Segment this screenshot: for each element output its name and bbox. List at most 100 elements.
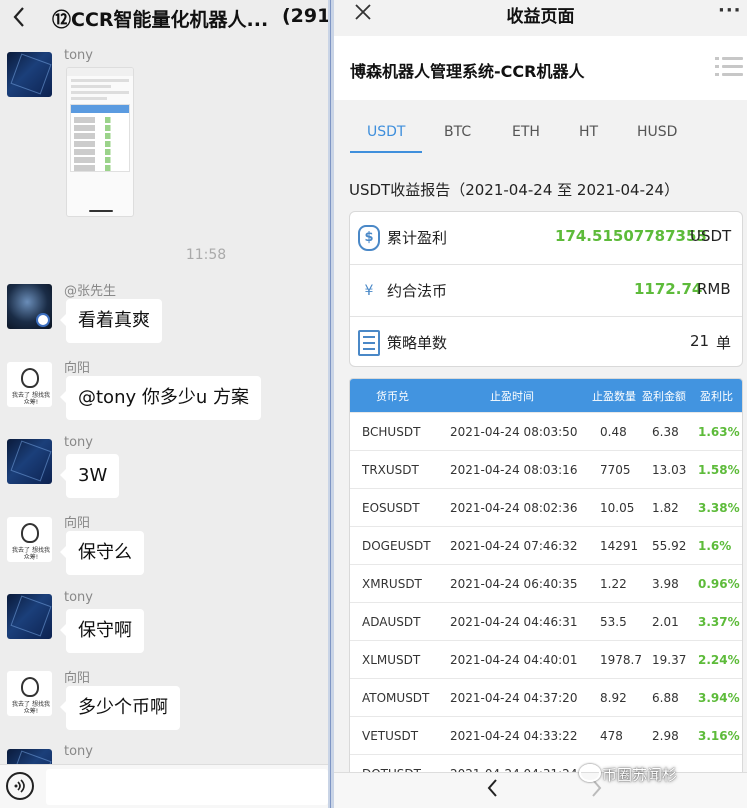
document-icon [358, 330, 380, 356]
table-cell: 1.22 [600, 577, 627, 591]
table-cell: 2021-04-24 08:03:16 [450, 463, 578, 477]
message-bubble[interactable]: 保守么 [60, 531, 144, 575]
table-cell: 2021-04-24 07:46:32 [450, 539, 578, 553]
table-row: TRXUSDT 2021-04-24 08:03:16 7705 13.03 1.58% [350, 450, 742, 488]
menu-icon[interactable] [715, 56, 743, 78]
avatar[interactable] [7, 594, 52, 639]
summary-unit: 单 [716, 334, 732, 352]
table-cell: ATOMUSDT [362, 691, 430, 705]
table-row: DOGEUSDT 2021-04-24 07:46:32 14291 55.92 1.6… [350, 526, 742, 564]
table-cell: 53.5 [600, 615, 627, 629]
avatar[interactable] [7, 284, 52, 329]
table-cell: 2021-04-24 08:02:36 [450, 501, 578, 515]
avatar[interactable]: 我去了 想找我众筹! [7, 671, 52, 716]
summary-label: 累计盈利 [387, 229, 448, 247]
summary-value: 1172.74 [634, 280, 703, 298]
back-arrow-icon[interactable] [8, 3, 30, 31]
time-separator: 11:58 [185, 247, 227, 263]
table-row: EOSUSDT 2021-04-24 08:02:36 10.05 1.82 3.38% [350, 488, 742, 526]
tab-eth[interactable]: ETH [512, 124, 540, 140]
table-row: XLMUSDT 2021-04-24 04:40:01 1978.7 19.37 2.2… [350, 640, 742, 678]
table-cell: 2021-04-24 08:03:50 [450, 425, 578, 439]
table-row: VETUSDT 2021-04-24 04:33:22 478 2.98 3.16% [350, 716, 742, 754]
chat-header: ⑫CCR智能量化机器人... (291) [0, 0, 328, 34]
page-title: 收益页面 [506, 7, 575, 27]
table-cell: 478 [600, 729, 623, 743]
tab-husd[interactable]: HUSD [637, 124, 677, 140]
report-title: USDT收益报告（2021-04-24 至 2021-04-24） [349, 181, 680, 199]
sender-name: tony [64, 590, 93, 605]
summary-label: 策略单数 [387, 334, 448, 352]
summary-card: $ 累计盈利 174.51507787353 USDT ¥ 约合法币 1172.… [349, 211, 743, 367]
table-cell: VETUSDT [362, 729, 419, 743]
summary-value: 174.51507787353 [555, 227, 707, 245]
chat-input-bar [0, 764, 328, 808]
profit-page: 收益页面 ··· 博森机器人管理系统-CCR机器人 USDT BTC ETH H… [334, 0, 747, 808]
table-row: BCHUSDT 2021-04-24 08:03:50 0.48 6.38 1.63% [350, 412, 742, 450]
table-cell: 2021-04-24 04:40:01 [450, 653, 578, 667]
table-cell: 3.98 [652, 577, 679, 591]
table-cell: 2021-04-24 06:40:35 [450, 577, 578, 591]
message-bubble[interactable]: 多少个币啊 [60, 686, 180, 730]
image-thumbnail[interactable] [66, 67, 134, 217]
table-cell: 2.24% [698, 653, 740, 667]
more-icon[interactable]: ··· [718, 0, 742, 21]
summary-unit: RMB [697, 280, 731, 298]
currency-tabs: USDT BTC ETH HT HUSD [334, 112, 747, 154]
system-title: 博森机器人管理系统-CCR机器人 [350, 62, 585, 81]
avatar[interactable]: 我去了 想找我众筹! [7, 517, 52, 562]
table-cell: DOGEUSDT [362, 539, 431, 553]
summary-unit: USDT [690, 227, 732, 245]
page-nav-bar: 收益页面 ··· [334, 0, 747, 30]
sender-name: tony [64, 48, 93, 63]
sender-name: tony [64, 744, 93, 759]
table-cell: 6.88 [652, 691, 679, 705]
table-cell: 14291 [600, 539, 639, 553]
table-cell: 3.16% [698, 729, 740, 743]
message-bubble[interactable]: @tony 你多少u 方案 [60, 376, 261, 420]
summary-label: 约合法币 [387, 282, 448, 300]
table-cell: 2021-04-24 04:37:20 [450, 691, 578, 705]
avatar[interactable]: 我去了 想找我众筹! [7, 362, 52, 407]
avatar[interactable] [7, 52, 52, 97]
table-cell: BCHUSDT [362, 425, 421, 439]
table-cell: 2021-04-24 04:46:31 [450, 615, 578, 629]
tab-ht[interactable]: HT [579, 124, 598, 140]
table-cell: 7705 [600, 463, 631, 477]
summary-row-orders: 策略单数 21 单 [350, 316, 742, 368]
watermark: 币圈苏闻杉 [602, 766, 678, 784]
message-bubble[interactable]: 3W [59, 454, 120, 498]
money-bag-icon: $ [358, 225, 380, 251]
nav-back-icon[interactable] [486, 777, 500, 805]
table-cell: 0.48 [600, 425, 627, 439]
profit-table: 货币兑 止盈时间 止盈数量 盈利金额 盈利比 BCHUSDT 2021-04-24… [349, 378, 743, 778]
message-bubble[interactable]: 保守啊 [60, 609, 144, 653]
table-cell: 3.38% [698, 501, 740, 515]
summary-value: 21 [690, 332, 710, 350]
tab-usdt[interactable]: USDT [367, 124, 405, 140]
tab-btc[interactable]: BTC [444, 124, 471, 140]
message-input[interactable] [46, 769, 328, 805]
active-tab-indicator [350, 151, 422, 153]
table-cell: XLMUSDT [362, 653, 421, 667]
avatar[interactable] [7, 439, 52, 484]
wechat-logo-icon [579, 764, 601, 782]
message-bubble[interactable]: 看着真爽 [60, 299, 162, 343]
sender-name: 向阳 [64, 516, 91, 531]
column-header: 盈利金额 [642, 390, 686, 403]
table-row: ATOMUSDT 2021-04-24 04:37:20 8.92 6.88 3.94% [350, 678, 742, 716]
table-cell: 1.58% [698, 463, 740, 477]
column-header: 止盈数量 [592, 390, 636, 403]
browser-bottom-bar [334, 772, 747, 808]
table-cell: XMRUSDT [362, 577, 422, 591]
sender-name: @张先生 [64, 284, 117, 299]
column-header: 货币兑 [376, 390, 409, 403]
chat-title: ⑫CCR智能量化机器人... [52, 9, 269, 31]
column-header: 止盈时间 [490, 390, 534, 403]
table-cell: 1.63% [698, 425, 740, 439]
sender-name: 向阳 [64, 361, 91, 376]
avatar-caption: 我去了 想找我众筹! [12, 701, 50, 715]
table-row: XMRUSDT 2021-04-24 06:40:35 1.22 3.98 0.96% [350, 564, 742, 602]
table-cell: 2021-04-24 04:33:22 [450, 729, 578, 743]
voice-icon[interactable] [6, 772, 34, 800]
